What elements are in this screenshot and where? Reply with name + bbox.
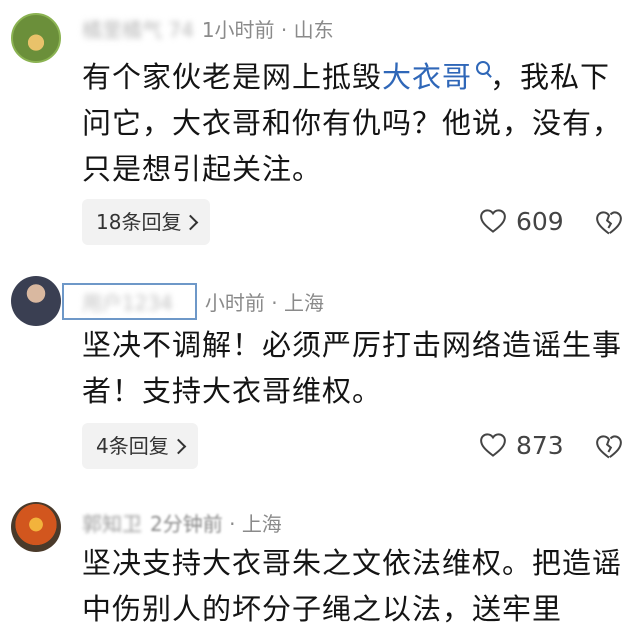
username[interactable]: 橘里橘气 74 [82,14,194,43]
replies-button[interactable]: 18条回复 [82,199,211,245]
avatar[interactable] [11,276,61,326]
username[interactable]: 用户1234 [62,283,197,320]
comment-meta: 用户1234 小时前 · 上海 [62,283,324,320]
comment-meta: 郭知卫 2分钟前 · 上海 [82,508,282,537]
broken-heart-icon[interactable] [594,208,624,238]
search-link[interactable]: 大衣哥 [382,60,491,94]
like-count: 609 [516,206,564,236]
replies-button[interactable]: 4条回复 [82,423,198,469]
comment-time: 小时前 [204,291,265,315]
heart-icon [480,209,506,233]
chevron-right-icon [183,214,199,231]
like-count: 873 [516,430,564,460]
comment-time: 2分钟前 [150,512,223,536]
chevron-right-icon [170,438,187,455]
like-button[interactable]: 873 [478,430,564,460]
comment-time: 1小时前 [201,18,275,42]
comment-text: 坚决不调解！必须严厉打击网络造谣生事者！支持大衣哥维权。 [82,328,623,408]
comment-meta: 橘里橘气 74 1小时前 · 山东 [82,14,334,43]
avatar[interactable] [11,502,61,552]
username[interactable]: 郭知卫 [82,508,142,537]
comment-location: 上海 [283,291,324,315]
comment-text: 坚决支持大衣哥朱之文依法维权。把造谣中伤别人的坏分子绳之以法，送牢里 [82,546,623,626]
comment-location: 上海 [241,512,282,536]
comment-text: 有个家伙老是网上抵毁大衣哥 ，我私下问它，大衣哥和你有仇吗？他说，没有，只是想引起… [82,60,623,186]
like-button[interactable]: 609 [478,206,564,236]
heart-icon [480,433,506,457]
search-icon [476,61,491,75]
comment-location: 山东 [293,18,334,42]
avatar[interactable] [11,13,61,63]
broken-heart-icon[interactable] [594,432,624,462]
